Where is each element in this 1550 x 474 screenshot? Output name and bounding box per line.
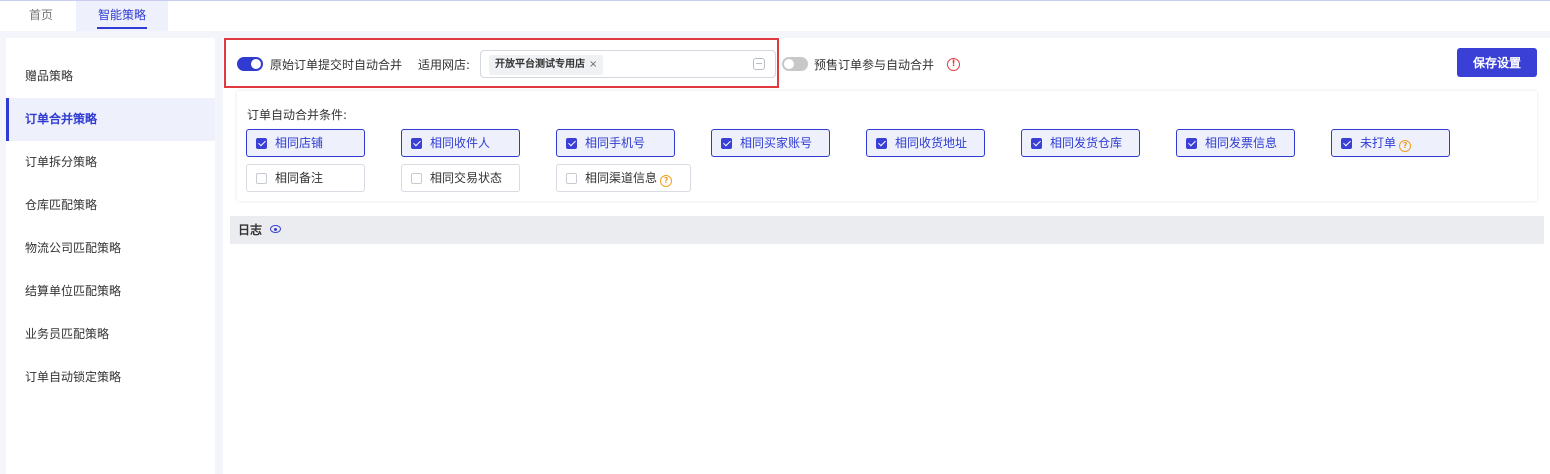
sidebar: 赠品策略 订单合并策略 订单拆分策略 仓库匹配策略 物流公司匹配策略 结算单位匹… xyxy=(6,38,215,474)
checkbox-box xyxy=(256,138,267,149)
shop-tag-remove-icon[interactable]: × xyxy=(589,59,597,70)
checkbox-box xyxy=(1031,138,1042,149)
tab-home[interactable]: 首页 xyxy=(16,1,66,31)
log-header: 日志 xyxy=(230,216,1544,244)
checkbox-label-text: 未打单 xyxy=(1360,136,1397,150)
checkbox-box xyxy=(566,138,577,149)
checkbox-label: 相同收货地址 xyxy=(895,136,968,150)
sidebar-item-salesperson-match-strategy[interactable]: 业务员匹配策略 xyxy=(6,313,215,356)
sidebar-item-warehouse-match-strategy[interactable]: 仓库匹配策略 xyxy=(6,184,215,227)
sidebar-item-order-split-strategy[interactable]: 订单拆分策略 xyxy=(6,141,215,184)
sidebar-item-settlement-match-strategy[interactable]: 结算单位匹配策略 xyxy=(6,270,215,313)
checkbox-box xyxy=(411,138,422,149)
sidebar-item-order-merge-strategy[interactable]: 订单合并策略 xyxy=(6,98,215,141)
tab-smart-strategy[interactable]: 智能策略 xyxy=(76,1,168,31)
checkbox-not-printed[interactable]: 未打单? xyxy=(1331,129,1450,157)
checkbox-label: 相同交易状态 xyxy=(430,171,503,185)
checkbox-label: 相同渠道信息? xyxy=(585,165,673,191)
shop-select[interactable]: 开放平台测试专用店 × xyxy=(480,50,776,78)
toggle-knob xyxy=(784,59,794,69)
checkbox-same-buyer-account[interactable]: 相同买家账号 xyxy=(711,129,830,157)
checkbox-label: 相同发票信息 xyxy=(1205,136,1278,150)
checkbox-box xyxy=(721,138,732,149)
checkbox-same-address[interactable]: 相同收货地址 xyxy=(866,129,985,157)
checkbox-label: 相同店铺 xyxy=(275,136,324,150)
checkbox-box xyxy=(566,173,577,184)
checkbox-same-recipient[interactable]: 相同收件人 xyxy=(401,129,520,157)
help-icon[interactable]: ? xyxy=(1399,140,1412,152)
checkbox-same-store[interactable]: 相同店铺 xyxy=(246,129,365,157)
merge-conditions-title: 订单自动合并条件: xyxy=(247,108,348,122)
checkbox-same-invoice[interactable]: 相同发票信息 xyxy=(1176,129,1295,157)
toggle-knob xyxy=(251,59,261,69)
log-label: 日志 xyxy=(238,223,263,237)
checkbox-label-text: 相同渠道信息 xyxy=(585,171,658,185)
shop-label: 适用网店: xyxy=(418,58,471,72)
main-panel: 原始订单提交时自动合并 适用网店: 开放平台测试专用店 × 预售订单参与自动合并 … xyxy=(223,38,1550,474)
presale-merge-toggle[interactable] xyxy=(782,57,808,71)
checkbox-box xyxy=(876,138,887,149)
checkbox-box xyxy=(256,173,267,184)
checkbox-same-trade-status[interactable]: 相同交易状态 xyxy=(401,164,520,192)
help-icon[interactable]: ? xyxy=(660,175,673,187)
sidebar-item-gift-strategy[interactable]: 赠品策略 xyxy=(6,55,215,98)
merge-conditions-panel: 订单自动合并条件: 相同店铺 相同收件人 相同手机号 相同买家账号 相同收货地址… xyxy=(237,91,1537,201)
eye-icon[interactable] xyxy=(270,225,281,233)
checkbox-same-remark[interactable]: 相同备注 xyxy=(246,164,365,192)
checkbox-same-warehouse[interactable]: 相同发货仓库 xyxy=(1021,129,1140,157)
checkbox-label: 相同备注 xyxy=(275,171,324,185)
presale-merge-label: 预售订单参与自动合并 xyxy=(814,58,935,72)
sidebar-item-logistics-match-strategy[interactable]: 物流公司匹配策略 xyxy=(6,227,215,270)
sidebar-item-order-auto-lock-strategy[interactable]: 订单自动锁定策略 xyxy=(6,356,215,399)
checkbox-box xyxy=(411,173,422,184)
checkbox-same-phone[interactable]: 相同手机号 xyxy=(556,129,675,157)
presale-info-icon[interactable]: ! xyxy=(947,58,960,71)
save-settings-button[interactable]: 保存设置 xyxy=(1457,48,1537,77)
shop-tag: 开放平台测试专用店 × xyxy=(489,55,604,75)
shop-tag-label: 开放平台测试专用店 xyxy=(495,59,585,70)
auto-merge-label: 原始订单提交时自动合并 xyxy=(270,58,403,72)
checkbox-label: 相同收件人 xyxy=(430,136,491,150)
auto-merge-toggle[interactable] xyxy=(237,57,263,71)
checkbox-label: 相同买家账号 xyxy=(740,136,813,150)
tab-bar: 首页 智能策略 xyxy=(0,1,1550,31)
tab-underline xyxy=(97,27,147,29)
shop-select-icon[interactable] xyxy=(753,58,765,70)
checkbox-same-channel[interactable]: 相同渠道信息? xyxy=(556,164,691,192)
checkbox-label: 未打单? xyxy=(1360,130,1412,156)
checkbox-label: 相同手机号 xyxy=(585,136,646,150)
checkbox-box xyxy=(1341,138,1352,149)
checkbox-label: 相同发货仓库 xyxy=(1050,136,1123,150)
tab-label: 智能策略 xyxy=(97,8,146,22)
checkbox-box xyxy=(1186,138,1197,149)
